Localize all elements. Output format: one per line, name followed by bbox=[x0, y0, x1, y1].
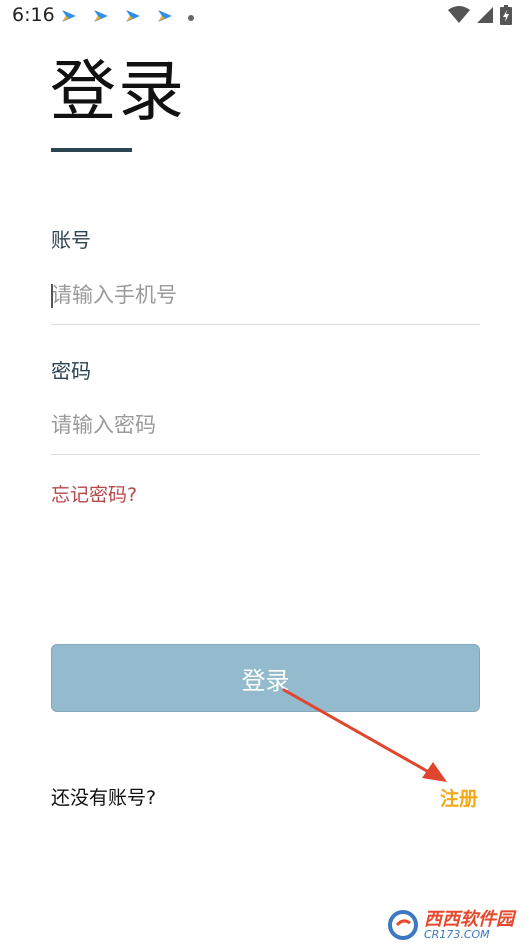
text-cursor bbox=[51, 284, 53, 308]
watermark-domain: CR173.COM bbox=[424, 927, 490, 941]
register-link[interactable]: 注册 bbox=[440, 784, 478, 811]
notification-icons bbox=[60, 8, 194, 24]
account-underline bbox=[51, 324, 480, 325]
title-underline bbox=[51, 148, 132, 152]
forgot-password-link[interactable]: 忘记密码? bbox=[51, 480, 137, 507]
password-input[interactable] bbox=[51, 400, 480, 450]
watermark-logo-icon bbox=[388, 910, 418, 940]
password-label: 密码 bbox=[51, 359, 91, 383]
app-notification-icon bbox=[62, 10, 76, 22]
more-notifications-dot-icon bbox=[188, 15, 194, 21]
system-icons bbox=[448, 5, 512, 25]
battery-charging-icon bbox=[500, 5, 512, 25]
watermark-brand: 西西软件园 bbox=[424, 908, 514, 930]
phone-input[interactable] bbox=[51, 270, 480, 320]
app-notification-icon bbox=[126, 10, 140, 22]
app-notification-icon bbox=[94, 10, 108, 22]
page-title: 登录 bbox=[50, 53, 186, 130]
password-underline bbox=[51, 454, 480, 455]
no-account-text: 还没有账号? bbox=[51, 787, 157, 809]
status-bar: 6:16 bbox=[0, 0, 532, 32]
status-time: 6:16 bbox=[12, 4, 55, 26]
wifi-icon bbox=[448, 6, 470, 23]
watermark: 西西软件园 CR173.COM bbox=[388, 910, 514, 940]
cell-signal-icon bbox=[477, 7, 493, 23]
app-notification-icon bbox=[158, 10, 172, 22]
account-label: 账号 bbox=[51, 228, 91, 252]
login-button[interactable]: 登录 bbox=[51, 644, 480, 712]
